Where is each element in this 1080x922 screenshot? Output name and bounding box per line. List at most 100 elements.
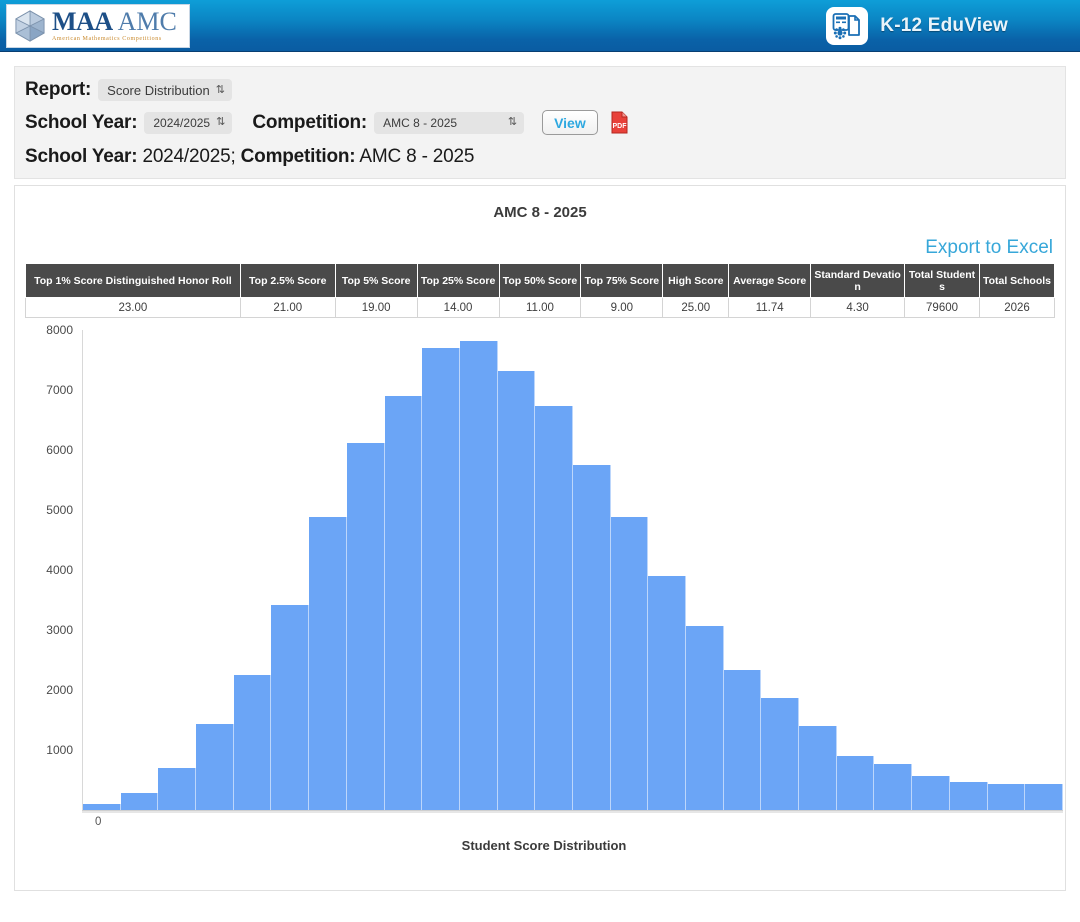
histogram-bars [83, 330, 1063, 810]
stats-header-cell: Standard Devation [811, 264, 905, 298]
histogram-bar [309, 517, 347, 810]
y-axis-tick: 5000 [46, 503, 73, 517]
histogram-bar [1025, 784, 1063, 810]
histogram-bar [761, 698, 799, 810]
histogram-bar [196, 724, 234, 810]
summary-competition-label: Competition: [241, 146, 356, 167]
stats-header-cell: High Score [663, 264, 729, 298]
histogram-bar [611, 517, 649, 810]
y-axis-tick: 3000 [46, 623, 73, 637]
score-distribution-chart: 10002000300040005000600070008000 0 Stude… [25, 330, 1063, 840]
stats-value-cell: 79600 [905, 298, 980, 318]
table-row: 23.0021.0019.0014.0011.009.0025.0011.744… [26, 298, 1055, 318]
histogram-bar [121, 793, 159, 810]
report-select[interactable]: Score Distribution ⇅ [98, 79, 232, 101]
histogram-bar [535, 406, 573, 810]
histogram-bar [460, 341, 498, 810]
export-row: Export to Excel [25, 237, 1055, 259]
histogram-bar [271, 605, 309, 810]
maa-wordmark-text: MAA [52, 9, 113, 35]
report-title: AMC 8 - 2025 [25, 204, 1055, 221]
view-button[interactable]: View [542, 110, 598, 135]
y-axis-tick: 8000 [46, 323, 73, 337]
competition-select[interactable]: AMC 8 - 2025 ⇅ [374, 112, 524, 134]
stats-value-cell: 21.00 [240, 298, 335, 318]
histogram-bar [385, 396, 423, 810]
stats-value-cell: 25.00 [663, 298, 729, 318]
top-banner: MAA AMC American Mathematics Competition… [0, 0, 1080, 52]
report-panel: AMC 8 - 2025 Export to Excel Top 1% Scor… [14, 185, 1066, 891]
maa-subtitle: American Mathematics Competitions [52, 36, 177, 42]
stats-value-cell: 14.00 [417, 298, 499, 318]
y-axis-tick: 4000 [46, 563, 73, 577]
histogram-bar [988, 784, 1026, 810]
export-to-excel-link[interactable]: Export to Excel [925, 237, 1053, 258]
stats-value-cell: 9.00 [581, 298, 663, 318]
histogram-bar [234, 675, 272, 810]
histogram-bar [573, 465, 611, 810]
histogram-bar [950, 782, 988, 810]
app-title: K-12 EduView [880, 15, 1008, 37]
stats-header-cell: Average Score [729, 264, 811, 298]
y-axis-tick: 2000 [46, 683, 73, 697]
stats-value-cell: 23.00 [26, 298, 241, 318]
chevron-updown-icon: ⇅ [216, 117, 225, 128]
chevron-updown-icon: ⇅ [216, 85, 225, 96]
svg-text:PDF: PDF [613, 123, 628, 130]
histogram-bar [158, 768, 196, 810]
document-gear-icon [826, 7, 868, 45]
histogram-bar [724, 670, 762, 810]
chevron-updown-icon: ⇅ [508, 117, 517, 128]
report-row: Report: Score Distribution ⇅ [25, 79, 1055, 101]
summary-school-year-value: 2024/2025; [142, 146, 235, 167]
x-axis-line [82, 810, 1063, 813]
histogram-bar [498, 371, 536, 810]
school-year-select[interactable]: 2024/2025 ⇅ [144, 112, 232, 134]
stats-header-cell: Top 50% Score [499, 264, 581, 298]
x-axis-title: Student Score Distribution [25, 838, 1063, 853]
y-axis-tick: 7000 [46, 383, 73, 397]
y-axis: 10002000300040005000600070008000 [25, 330, 81, 810]
histogram-bar [874, 764, 912, 810]
stats-header-cell: Top 5% Score [335, 264, 417, 298]
stats-header-cell: Total Students [905, 264, 980, 298]
competition-label: Competition: [252, 112, 367, 134]
histogram-bar [347, 443, 385, 810]
school-year-label: School Year: [25, 112, 137, 134]
report-controls-panel: Report: Score Distribution ⇅ School Year… [14, 66, 1066, 179]
stats-header-cell: Top 75% Score [581, 264, 663, 298]
school-year-select-value: 2024/2025 [153, 116, 210, 130]
report-select-value: Score Distribution [107, 83, 210, 98]
plot-area [82, 330, 1063, 810]
stats-header-cell: Total Schools [979, 264, 1054, 298]
summary-competition-value: AMC 8 - 2025 [359, 146, 474, 167]
y-axis-tick: 1000 [46, 743, 73, 757]
histogram-bar [837, 756, 875, 810]
histogram-bar [799, 726, 837, 810]
histogram-bar [422, 348, 460, 810]
maa-icosahedron-icon [13, 9, 47, 43]
x-axis-tick-0: 0 [95, 816, 101, 828]
histogram-bar [912, 776, 950, 810]
year-competition-row: School Year: 2024/2025 ⇅ Competition: AM… [25, 110, 1055, 135]
histogram-bar [686, 626, 724, 810]
summary-stats-table: Top 1% Score Distinguished Honor RollTop… [25, 263, 1055, 318]
app-brand: K-12 EduView [826, 7, 1008, 45]
stats-header-cell: Top 25% Score [417, 264, 499, 298]
stats-value-cell: 19.00 [335, 298, 417, 318]
maa-amc-logo[interactable]: MAA AMC American Mathematics Competition… [6, 4, 190, 48]
stats-header-cell: Top 2.5% Score [240, 264, 335, 298]
selection-summary: School Year: 2024/2025; Competition: AMC… [25, 146, 1055, 168]
stats-value-cell: 2026 [979, 298, 1054, 318]
stats-value-cell: 11.00 [499, 298, 581, 318]
competition-select-value: AMC 8 - 2025 [383, 116, 457, 130]
table-header-row: Top 1% Score Distinguished Honor RollTop… [26, 264, 1055, 298]
stats-value-cell: 11.74 [729, 298, 811, 318]
amc-wordmark-text: AMC [118, 9, 177, 35]
report-label: Report: [25, 79, 91, 101]
stats-header-cell: Top 1% Score Distinguished Honor Roll [26, 264, 241, 298]
pdf-export-icon[interactable]: PDF [610, 111, 630, 135]
histogram-bar [648, 576, 686, 810]
summary-school-year-label: School Year: [25, 146, 137, 167]
stats-value-cell: 4.30 [811, 298, 905, 318]
